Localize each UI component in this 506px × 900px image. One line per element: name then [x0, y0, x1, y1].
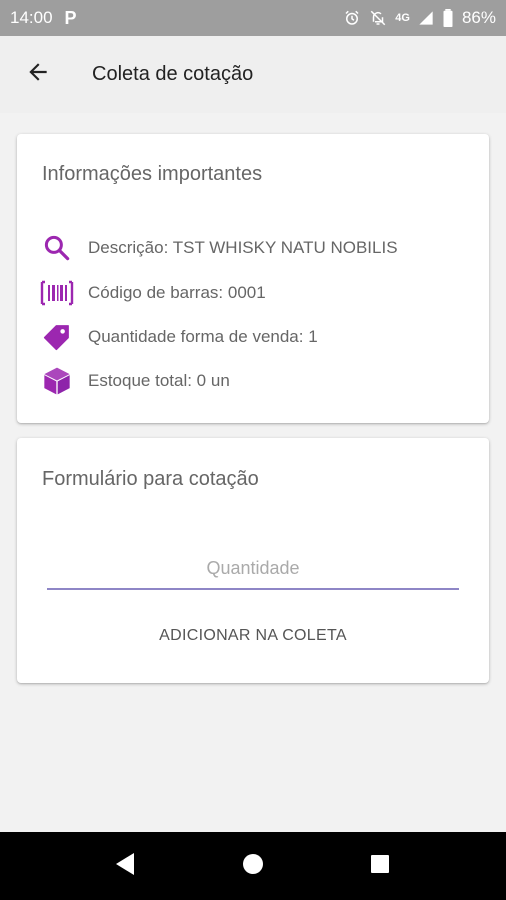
search-icon — [40, 231, 74, 265]
status-bar: 14:00 P 4G 86% — [0, 0, 506, 36]
form-card-title: Formulário para cotação — [42, 468, 259, 490]
info-item-description: Descrição: TST WHISKY NATU NOBILIS — [40, 231, 398, 265]
arrow-back-icon — [25, 59, 51, 90]
network-type: 4G — [395, 12, 410, 24]
status-time: 14:00 — [10, 8, 53, 27]
square-recents-icon — [370, 854, 390, 879]
info-item-stock: Estoque total: 0 un — [40, 364, 230, 398]
parking-notification-icon: P — [64, 7, 77, 28]
page-title: Coleta de cotação — [92, 63, 254, 85]
barcode-text: Código de barras: 0001 — [88, 283, 266, 302]
alarm-icon — [343, 9, 361, 27]
description-text: Descrição: TST WHISKY NATU NOBILIS — [88, 238, 398, 257]
battery-level: 86% — [461, 8, 496, 27]
quote-form-card: Formulário para cotação ADICIONAR NA COL… — [17, 438, 489, 683]
barcode-icon — [40, 276, 74, 310]
nav-home-button[interactable] — [223, 832, 283, 900]
back-button[interactable] — [18, 55, 58, 95]
signal-icon — [418, 10, 434, 26]
info-item-sale-quantity: Quantidade forma de venda: 1 — [40, 320, 318, 354]
info-card: Informações importantes Descrição: TST W… — [17, 134, 489, 423]
circle-home-icon — [242, 853, 264, 880]
system-nav-bar — [0, 832, 506, 900]
battery-icon — [442, 9, 454, 27]
app-bar: Coleta de cotação — [0, 36, 506, 113]
nav-back-button[interactable] — [95, 832, 155, 900]
muted-bell-icon — [369, 9, 387, 27]
info-item-barcode: Código de barras: 0001 — [40, 276, 266, 310]
box-icon — [40, 364, 74, 398]
tag-icon — [40, 320, 74, 354]
sale-quantity-text: Quantidade forma de venda: 1 — [88, 327, 318, 346]
quantity-input[interactable] — [47, 548, 459, 590]
add-to-collection-button[interactable]: ADICIONAR NA COLETA — [17, 618, 489, 654]
info-card-title: Informações importantes — [42, 163, 263, 185]
nav-recents-button[interactable] — [350, 832, 410, 900]
triangle-back-icon — [114, 852, 136, 881]
stock-text: Estoque total: 0 un — [88, 371, 230, 390]
